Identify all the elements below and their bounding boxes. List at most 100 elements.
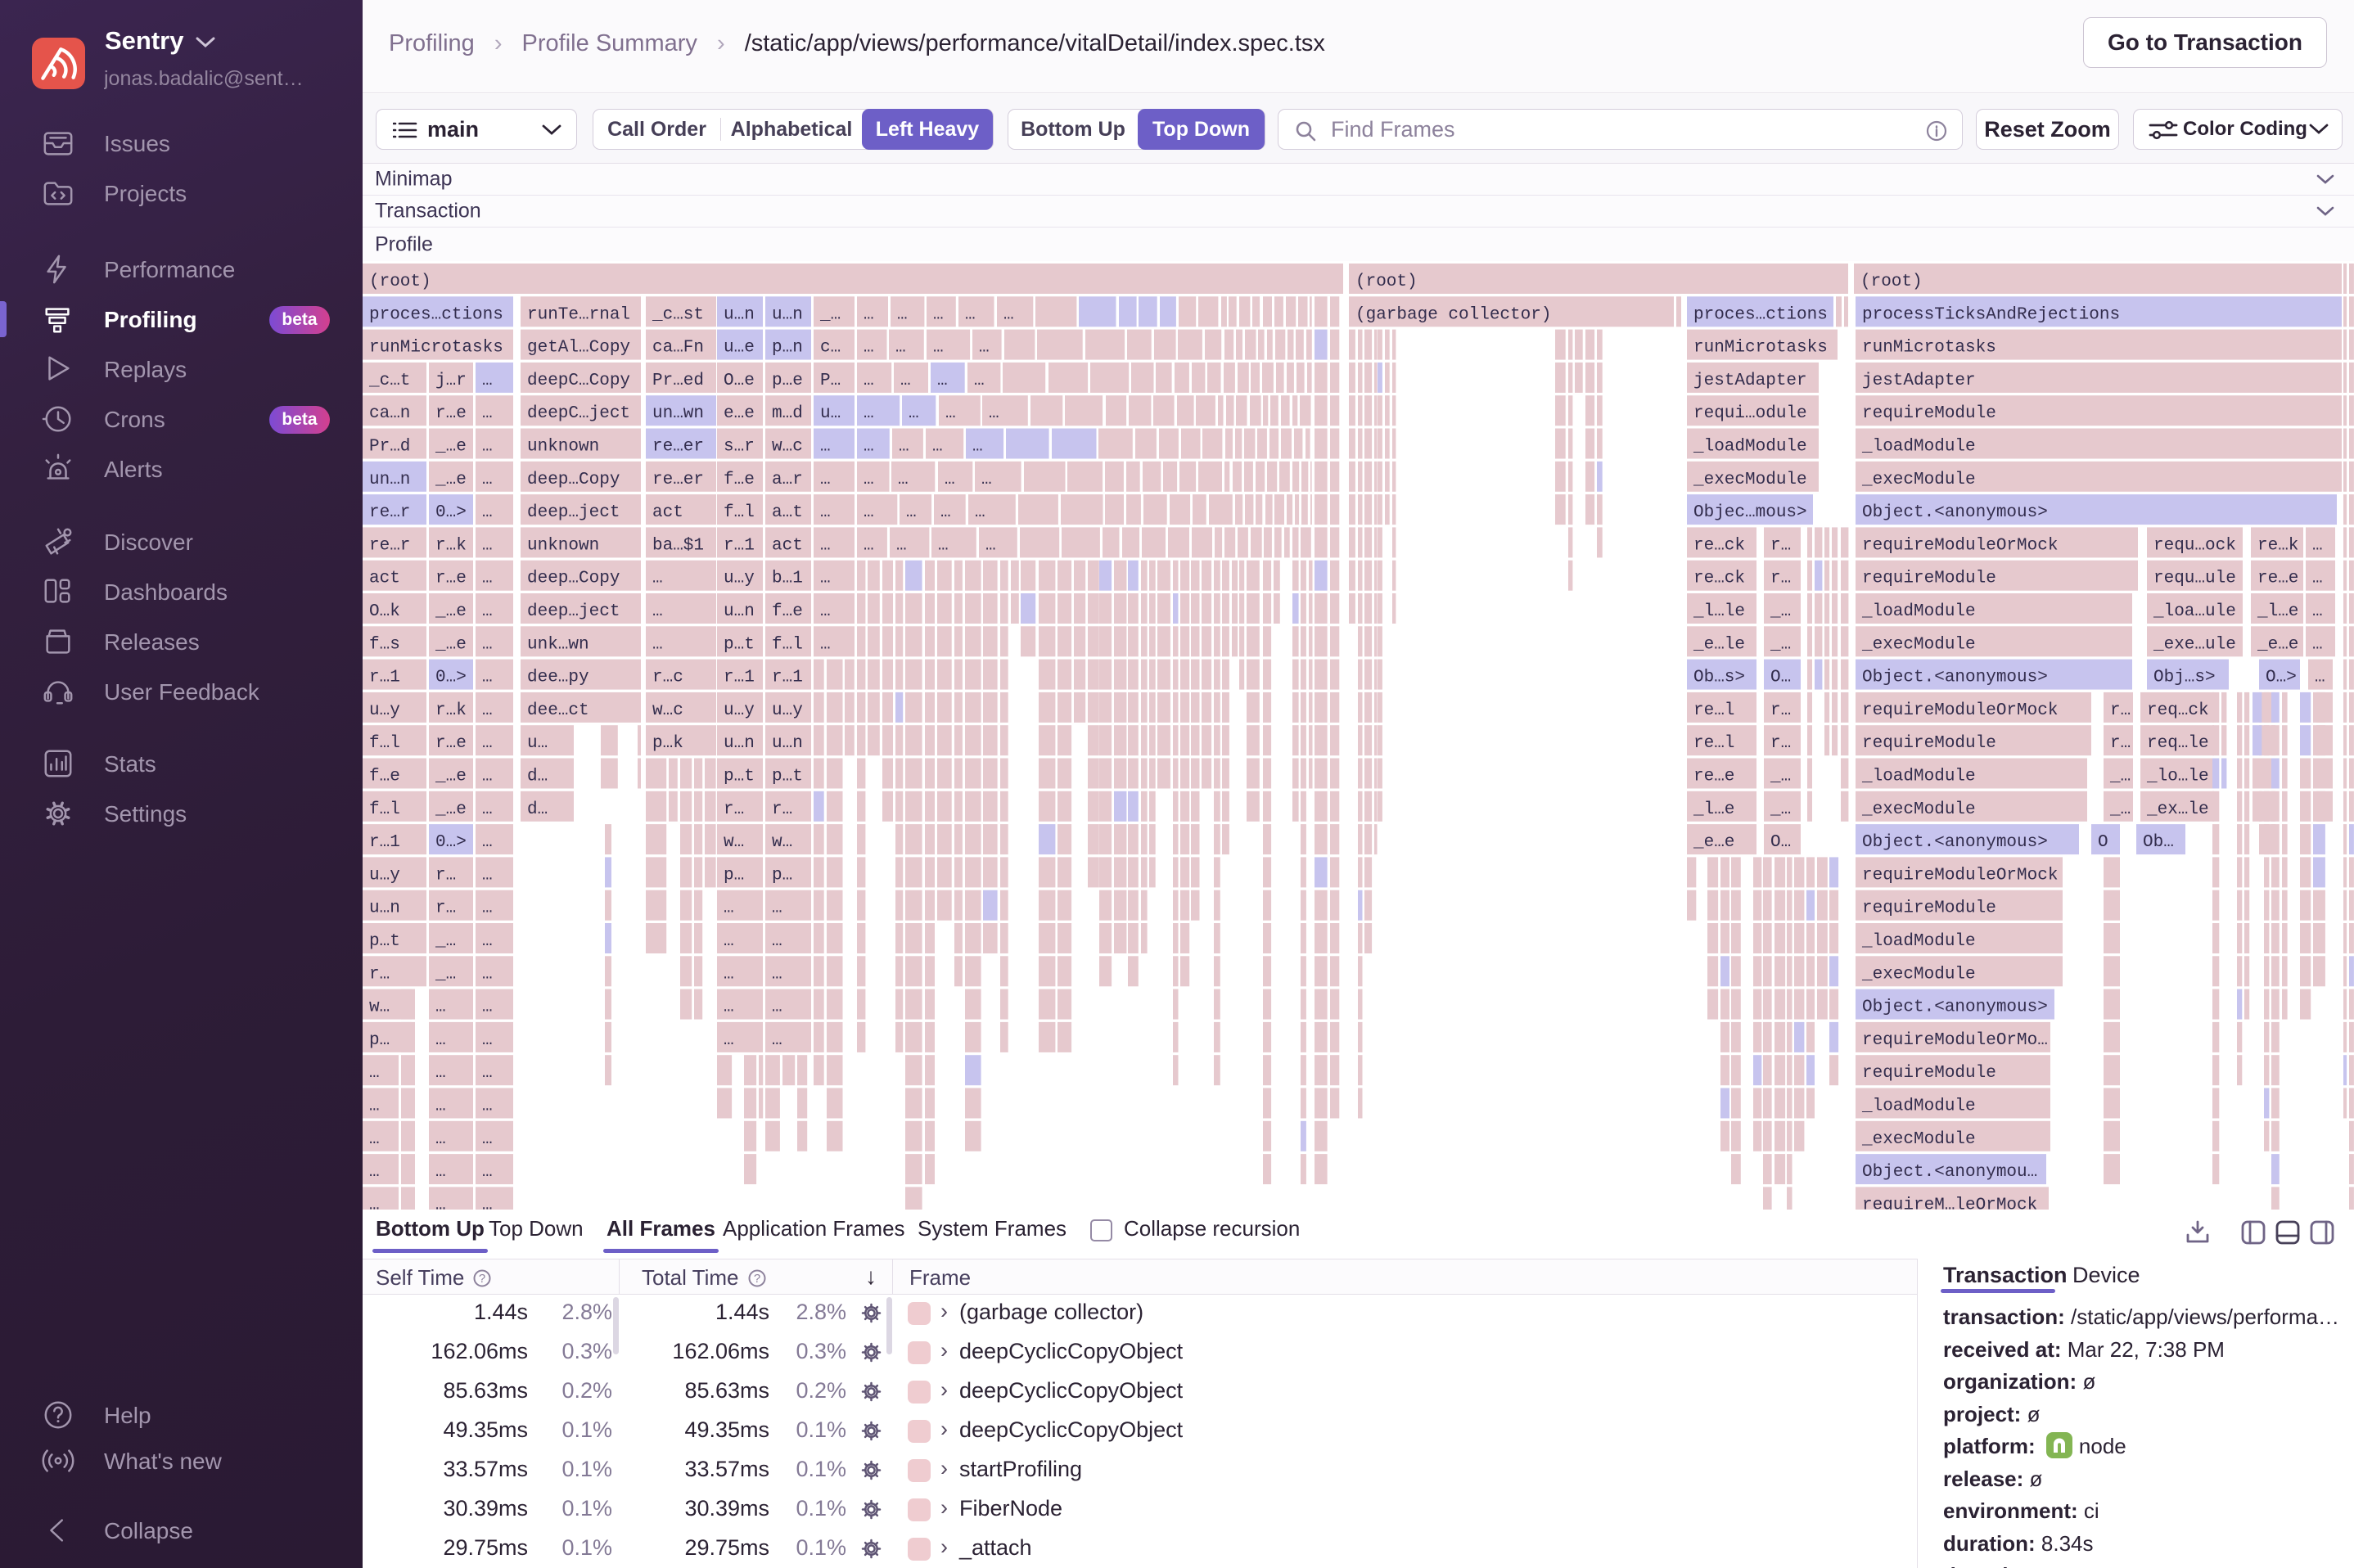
svg-text:p…n: p…n xyxy=(772,339,803,358)
svg-text:requireModule: requireModule xyxy=(1862,570,1996,588)
svg-text:P…: P… xyxy=(820,372,841,390)
svg-text:p…: p… xyxy=(369,1031,390,1050)
svg-text:…: … xyxy=(945,471,955,489)
svg-text:requireM…leOrMock: requireM…leOrMock xyxy=(1862,1196,2037,1210)
svg-text:…: … xyxy=(482,734,493,753)
svg-text:_…: _… xyxy=(1770,768,1791,786)
svg-text:r…1: r…1 xyxy=(369,833,400,852)
svg-text:u…n: u…n xyxy=(724,734,755,753)
svg-text:_…: _… xyxy=(1770,635,1791,654)
svg-text:j…r: j…r xyxy=(435,372,467,390)
svg-text:unknown: unknown xyxy=(527,536,599,555)
svg-text:f…l: f…l xyxy=(724,503,755,522)
svg-text:f…e: f…e xyxy=(772,602,803,621)
svg-text:…: … xyxy=(932,438,943,457)
svg-text:u…y: u…y xyxy=(724,701,755,720)
svg-text:0…>: 0…> xyxy=(435,669,467,687)
svg-text:_execModule: _execModule xyxy=(1693,471,1807,489)
svg-text:…: … xyxy=(937,372,948,390)
svg-text:deep…ject: deep…ject xyxy=(527,602,620,621)
svg-text:…: … xyxy=(2312,570,2323,588)
svg-text:…: … xyxy=(2312,602,2323,621)
svg-text:_…e: _…e xyxy=(435,471,467,489)
svg-text:r…: r… xyxy=(724,800,744,819)
svg-text:…: … xyxy=(435,1031,446,1050)
svg-text:_e…le: _e…le xyxy=(1693,635,1745,654)
svg-text:_…e: _…e xyxy=(435,635,467,654)
svg-text:f…e: f…e xyxy=(724,471,755,489)
svg-text:…: … xyxy=(482,866,493,885)
svg-text:r…: r… xyxy=(435,866,456,885)
svg-text:…: … xyxy=(974,372,985,390)
svg-text:runMicrotasks: runMicrotasks xyxy=(1693,339,1828,358)
svg-text:p…t: p…t xyxy=(369,932,400,951)
svg-text:…: … xyxy=(482,768,493,786)
svg-text:jestAdapter: jestAdapter xyxy=(1862,372,1976,390)
svg-text:…: … xyxy=(482,438,493,457)
svg-text:Object.<anonymous>: Object.<anonymous> xyxy=(1862,503,2048,522)
svg-text:proces…ctions: proces…ctions xyxy=(369,305,503,324)
svg-text:…: … xyxy=(899,438,909,457)
svg-text:w…: w… xyxy=(772,833,792,852)
svg-text:u…n: u…n xyxy=(369,899,400,918)
svg-text:d…: d… xyxy=(527,800,548,819)
svg-text:…: … xyxy=(864,305,874,324)
svg-text:…: … xyxy=(981,471,992,489)
svg-text:…: … xyxy=(772,1031,782,1050)
svg-text:r…k: r…k xyxy=(435,701,467,720)
svg-text:p…e: p…e xyxy=(772,372,803,390)
svg-text:…: … xyxy=(864,372,874,390)
svg-text:…: … xyxy=(482,1130,493,1149)
svg-text:deep…ject: deep…ject xyxy=(527,503,620,522)
svg-text:requ…ule: requ…ule xyxy=(2153,570,2236,588)
svg-text:u…e: u…e xyxy=(724,339,755,358)
svg-text:…: … xyxy=(864,339,874,358)
svg-text:…: … xyxy=(435,1196,446,1210)
svg-text:unk…wn: unk…wn xyxy=(527,635,589,654)
svg-text:r…1: r…1 xyxy=(724,669,755,687)
svg-text:requ…ock: requ…ock xyxy=(2153,536,2236,555)
svg-text:r…k: r…k xyxy=(435,536,467,555)
svg-text:f…l: f…l xyxy=(369,800,400,819)
svg-text:u…n: u…n xyxy=(772,734,803,753)
svg-text:_l…e: _l…e xyxy=(2257,602,2298,621)
svg-text:…: … xyxy=(482,404,493,423)
svg-text:…: … xyxy=(820,602,831,621)
svg-text:O…: O… xyxy=(1770,669,1791,687)
svg-text:O: O xyxy=(2098,833,2108,852)
svg-text:u…y: u…y xyxy=(369,866,400,885)
svg-text:…: … xyxy=(897,305,908,324)
svg-text:un…n: un…n xyxy=(369,471,410,489)
svg-text:…: … xyxy=(652,635,663,654)
svg-text:re…r: re…r xyxy=(369,536,410,555)
svg-text:…: … xyxy=(482,965,493,984)
svg-text:…: … xyxy=(2312,536,2323,555)
svg-text:f…l: f…l xyxy=(369,734,400,753)
svg-text:_…: _… xyxy=(2109,768,2131,786)
svg-text:r…: r… xyxy=(1770,701,1791,720)
svg-text:requi…odule: requi…odule xyxy=(1693,404,1807,423)
svg-text:r…: r… xyxy=(1770,734,1791,753)
svg-text:(garbage collector): (garbage collector) xyxy=(1355,305,1551,324)
svg-text:re…l: re…l xyxy=(1693,701,1734,720)
svg-text:requireModuleOrMock: requireModuleOrMock xyxy=(1862,701,2058,720)
svg-text:r…e: r…e xyxy=(435,404,467,423)
svg-text:…: … xyxy=(482,1031,493,1050)
svg-text:r…: r… xyxy=(2110,701,2131,720)
svg-text:requireModule: requireModule xyxy=(1862,734,1996,753)
svg-text:re…er: re…er xyxy=(652,438,704,457)
svg-text:requireModuleOrMock: requireModuleOrMock xyxy=(1862,536,2058,555)
svg-text:w…c: w…c xyxy=(652,701,683,720)
svg-text:re…er: re…er xyxy=(652,471,704,489)
svg-text:…: … xyxy=(965,305,976,324)
svg-text:Ob…: Ob… xyxy=(2143,833,2174,852)
svg-text:_execModule: _execModule xyxy=(1861,1130,1976,1149)
svg-text:_execModule: _execModule xyxy=(1861,635,1976,654)
svg-text:runMicrotasks: runMicrotasks xyxy=(369,339,503,358)
svg-text:…: … xyxy=(772,932,782,951)
svg-text:c…: c… xyxy=(820,339,841,358)
svg-text:…: … xyxy=(482,536,493,555)
svg-text:_exe…ule: _exe…ule xyxy=(2153,635,2236,654)
svg-text:…: … xyxy=(369,1163,380,1182)
svg-text:_c…t: _c…t xyxy=(368,372,410,390)
